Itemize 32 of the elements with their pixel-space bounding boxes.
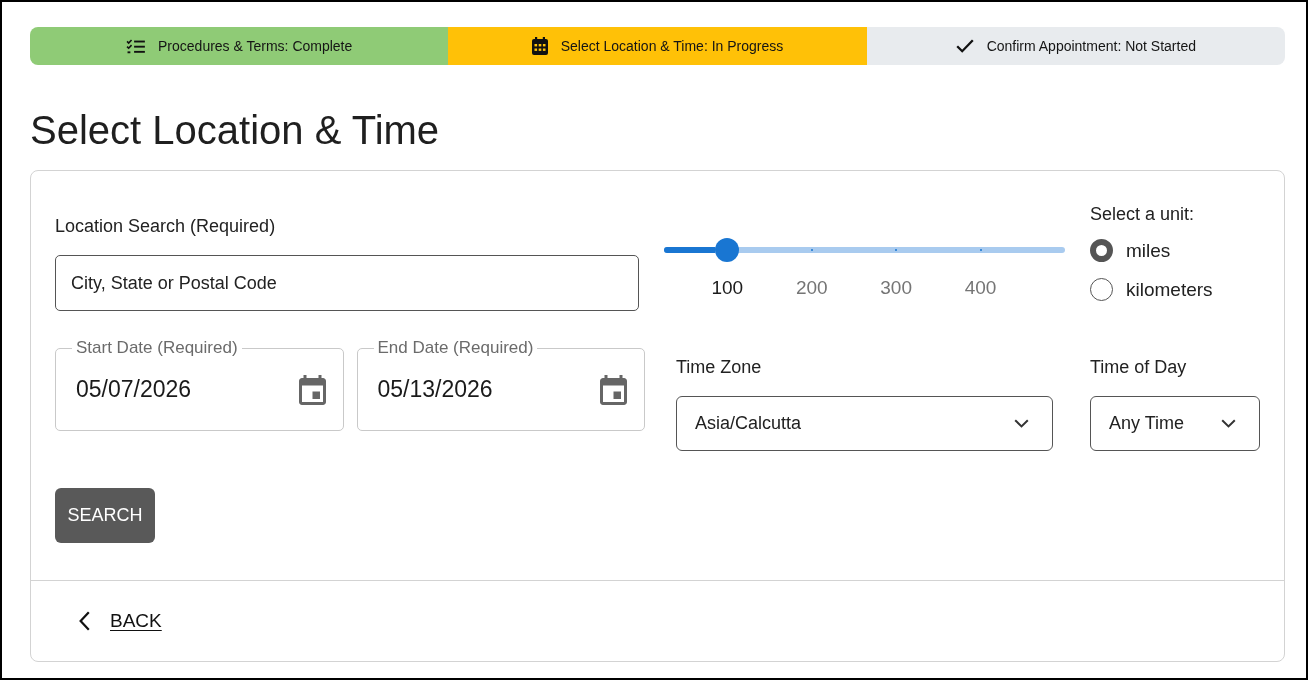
chevron-down-icon — [1221, 419, 1236, 428]
field-label: Time of Day — [1090, 356, 1187, 378]
checklist-icon — [126, 38, 146, 54]
search-button[interactable]: SEARCH — [55, 488, 155, 543]
field-label: Start Date (Required) — [72, 338, 242, 358]
check-icon — [955, 39, 974, 53]
radio-button[interactable] — [1090, 239, 1113, 262]
dropdown[interactable]: Asia/Calcutta — [676, 396, 1053, 451]
slider-tick-label: 200 — [795, 276, 828, 300]
radio-button[interactable] — [1090, 278, 1113, 301]
field-label: Location Search (Required) — [55, 215, 276, 237]
calendar-icon[interactable] — [298, 374, 326, 405]
slider-tick-label: 100 — [711, 276, 744, 300]
chevron-down-icon — [1014, 419, 1029, 428]
calendar-icon — [531, 37, 548, 55]
dropdown[interactable]: Any Time — [1090, 396, 1260, 451]
slider-thumb[interactable] — [714, 238, 739, 262]
step-label: Confirm Appointment: Not Started — [986, 38, 1196, 54]
field-label: Select a unit: — [1090, 203, 1195, 225]
radio-label[interactable]: miles — [1126, 239, 1171, 262]
field-label: Time Zone — [676, 356, 762, 378]
slider-tick-label: 400 — [964, 276, 997, 300]
page-title: Select Location & Time — [30, 107, 440, 154]
slider-tick-label: 300 — [880, 276, 912, 300]
chevron-left-icon — [79, 611, 90, 631]
field-label: End Date (Required) — [373, 338, 538, 358]
calendar-icon[interactable] — [600, 374, 627, 405]
back-link[interactable]: BACK — [79, 610, 162, 632]
step-label: Select Location & Time: In Progress — [560, 38, 784, 54]
step-label: Procedures & Terms: Complete — [158, 38, 353, 54]
location-input[interactable]: City, State or Postal Code — [55, 255, 639, 311]
radio-label[interactable]: kilometers — [1126, 278, 1213, 301]
